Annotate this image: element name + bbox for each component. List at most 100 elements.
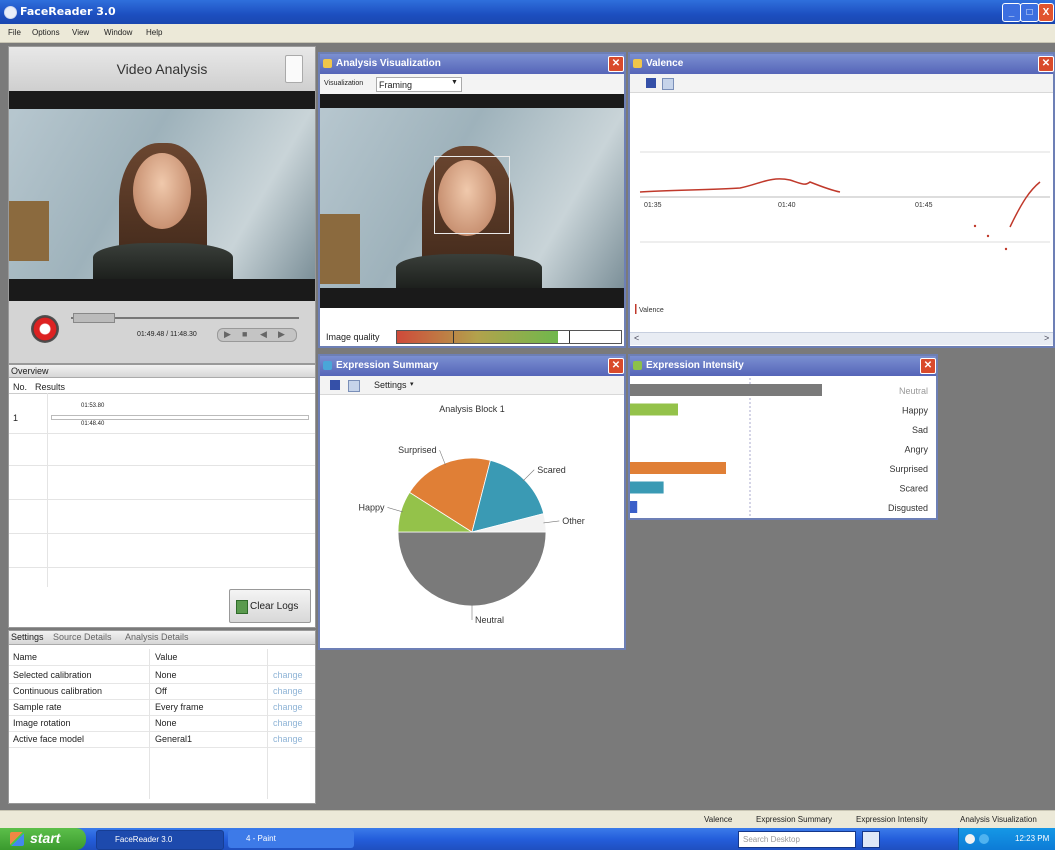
step-forward-icon[interactable]: ▶: [278, 329, 285, 340]
analysis-visualization-title: Analysis Visualization: [336, 58, 441, 69]
change-link[interactable]: change: [273, 702, 303, 712]
taskbar-item-facereader[interactable]: FaceReader 3.0: [96, 830, 224, 850]
clock: 12:23 PM: [1015, 834, 1050, 843]
pie-leader: [439, 450, 446, 466]
scroll-left-icon[interactable]: <: [634, 333, 639, 343]
copy-icon[interactable]: [348, 380, 360, 392]
menu-help[interactable]: Help: [146, 28, 162, 37]
setting-value: Off: [155, 686, 167, 696]
pie-label: Scared: [537, 465, 566, 475]
settings-dropdown[interactable]: Settings: [374, 380, 407, 390]
menu-window[interactable]: Window: [104, 28, 132, 37]
play-icon[interactable]: ▶: [224, 329, 231, 340]
change-link[interactable]: change: [273, 734, 303, 744]
save-icon[interactable]: [330, 380, 340, 390]
tab-analysis-details[interactable]: Analysis Details: [125, 632, 189, 642]
search-icon[interactable]: [862, 831, 880, 848]
expression-pie-chart: Analysis Block 1 Neutral Happy Surprised Sca…: [358, 404, 584, 625]
document-icon[interactable]: [285, 55, 303, 83]
status-expression-intensity[interactable]: Expression Intensity: [856, 815, 928, 824]
taskbar-item-paint[interactable]: 4 - Paint: [228, 830, 354, 848]
setting-row: Continuous calibration Off change: [9, 683, 315, 700]
visualization-toolbar: Visualization Framing ▼: [320, 74, 624, 95]
tab-source-details[interactable]: Source Details: [53, 632, 112, 642]
expression-summary-window: Expression Summary ✕ Settings ▾ Analysis…: [318, 354, 626, 650]
expression-summary-title: Expression Summary: [336, 360, 439, 371]
stop-icon[interactable]: ■: [242, 329, 247, 339]
overview-panel: Overview No. Results 1 01:53.80 01:48.40…: [8, 364, 316, 628]
video-analysis-panel: Video Analysis 01:49.48 / 11:48.30 ▶ ■ ◀…: [8, 46, 316, 364]
overview-header: Overview: [9, 365, 315, 378]
close-icon[interactable]: ✕: [1038, 56, 1054, 72]
status-analysis-visualization[interactable]: Analysis Visualization: [960, 815, 1037, 824]
menu-options[interactable]: Options: [32, 28, 60, 37]
analysis-visualization-titlebar: Analysis Visualization ✕: [320, 54, 624, 74]
window-icon: [633, 361, 642, 370]
bar: [630, 501, 638, 513]
close-icon[interactable]: ✕: [920, 358, 936, 374]
valence-title: Valence: [646, 58, 684, 69]
expression-intensity-window: Expression Intensity ✕ Neutral Happy Sad An…: [628, 354, 938, 520]
setting-row: Image rotation None change: [9, 715, 315, 732]
valence-point: [973, 224, 977, 228]
pie-leader: [387, 507, 403, 513]
transport-buttons[interactable]: ▶ ■ ◀ ▶: [217, 328, 297, 342]
visualization-value: Framing: [379, 80, 413, 90]
table-row[interactable]: 1 01:53.80 01:48.40: [9, 397, 315, 431]
change-link[interactable]: change: [273, 670, 303, 680]
change-link[interactable]: change: [273, 718, 303, 728]
bar-label: Sad: [912, 425, 928, 435]
seek-handle[interactable]: [73, 313, 115, 323]
save-icon[interactable]: [646, 78, 656, 88]
menu-file[interactable]: File: [8, 28, 21, 37]
pie-slice: [397, 531, 547, 607]
tick-label: 01:40: [778, 202, 796, 209]
col-no: No.: [13, 382, 28, 392]
pie-title: Analysis Block 1: [439, 404, 505, 414]
menu-view[interactable]: View: [72, 28, 89, 37]
maximize-button[interactable]: □: [1020, 3, 1039, 22]
desktop-search-input[interactable]: Search Desktop: [738, 831, 856, 848]
bar-label: Surprised: [889, 464, 928, 474]
taskbar: start FaceReader 3.0 4 - Paint Search De…: [0, 828, 1055, 850]
setting-value: Every frame: [155, 702, 204, 712]
step-back-icon[interactable]: ◀: [260, 329, 267, 340]
close-icon[interactable]: ✕: [608, 56, 624, 72]
row-time-start: 01:53.80: [81, 403, 105, 409]
tab-settings[interactable]: Settings: [11, 632, 44, 642]
status-expression-summary[interactable]: Expression Summary: [756, 815, 832, 824]
tray-icon[interactable]: [965, 834, 975, 844]
horizontal-scrollbar[interactable]: < >: [630, 332, 1053, 345]
setting-row: Sample rate Every frame change: [9, 699, 315, 716]
overview-title: Overview: [11, 366, 49, 376]
close-button[interactable]: X: [1038, 3, 1054, 22]
chevron-down-icon[interactable]: ▾: [410, 380, 414, 388]
status-bar: Valence Expression Summary Expression In…: [0, 810, 1055, 829]
summary-toolbar: Settings ▾: [320, 376, 624, 395]
settings-panel: Settings Source Details Analysis Details…: [8, 630, 316, 804]
setting-value: None: [155, 718, 177, 728]
legend-swatch: [635, 304, 637, 314]
close-icon[interactable]: ✕: [608, 358, 624, 374]
clear-logs-button[interactable]: Clear Logs: [229, 589, 311, 623]
record-button[interactable]: [31, 315, 59, 343]
status-valence[interactable]: Valence: [704, 815, 732, 824]
tray-icon[interactable]: [979, 834, 989, 844]
bar-label: Neutral: [899, 386, 928, 396]
visualization-select[interactable]: Framing ▼: [376, 77, 462, 92]
copy-icon[interactable]: [662, 78, 674, 90]
setting-name: Sample rate: [13, 702, 62, 712]
minimize-button[interactable]: _: [1002, 3, 1021, 22]
start-button[interactable]: start: [0, 828, 86, 850]
change-link[interactable]: change: [273, 686, 303, 696]
col-results: Results: [35, 382, 66, 392]
valence-point: [1004, 247, 1008, 251]
row-time-end: 01:48.40: [81, 421, 105, 427]
valence-titlebar: Valence ✕: [630, 54, 1054, 74]
clear-logs-label: Clear Logs: [250, 601, 299, 612]
valence-line: [639, 178, 841, 193]
tick-label: 01:35: [644, 202, 662, 209]
chevron-down-icon[interactable]: ▼: [451, 79, 458, 86]
scroll-right-icon[interactable]: >: [1044, 333, 1049, 343]
overview-columns: No. Results: [9, 379, 315, 394]
